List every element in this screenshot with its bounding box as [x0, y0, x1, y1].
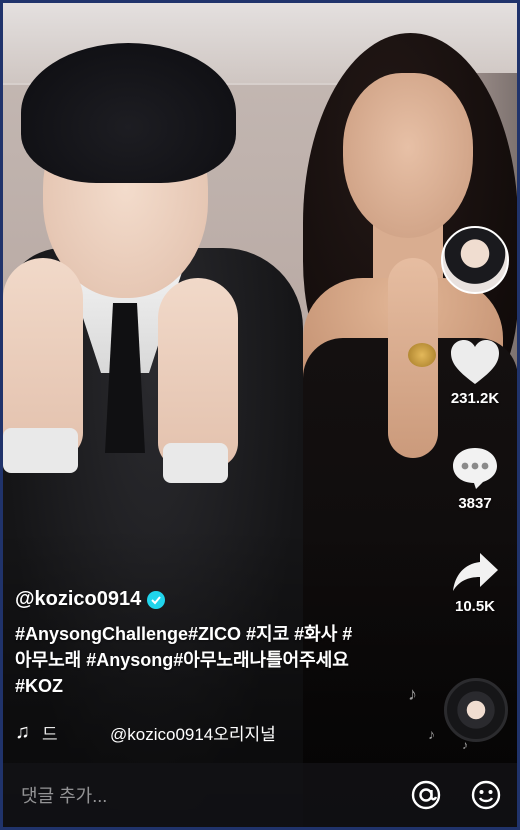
username-row: @kozico0914 — [15, 588, 415, 611]
username-link[interactable]: @kozico0914 — [15, 588, 141, 611]
music-note-icon: ♫ — [15, 721, 30, 743]
music-disc[interactable] — [444, 678, 508, 742]
comment-bar: 댓글 추가... — [3, 763, 517, 827]
music-row[interactable]: ♫ 드 @kozico0914오리지널 — [15, 720, 276, 745]
post-description: #AnysongChallenge#ZICO #지코 #화사 # 아무노래 #A… — [15, 621, 415, 699]
music-title[interactable]: @kozico0914오리지널 — [110, 720, 276, 745]
heart-icon[interactable] — [449, 338, 501, 386]
comment-icon[interactable] — [450, 445, 500, 491]
share-action[interactable]: 10.5K — [450, 550, 500, 615]
emoji-icon[interactable] — [469, 778, 503, 812]
person-left-cuff — [3, 428, 78, 473]
creator-avatar[interactable] — [441, 226, 509, 294]
at-mention-icon[interactable] — [409, 778, 443, 812]
share-count: 10.5K — [454, 598, 496, 615]
comment-count: 3837 — [458, 495, 492, 512]
verified-badge-icon — [147, 590, 166, 609]
person-right-face — [343, 73, 473, 238]
comment-action[interactable]: 3837 — [450, 445, 500, 512]
description-line[interactable]: #KOZ — [15, 673, 415, 699]
action-column: 231.2K 3837 10.5K — [440, 226, 510, 615]
like-count: 231.2K — [450, 390, 500, 407]
share-icon[interactable] — [450, 550, 500, 594]
floating-note-icon-2: ♪ — [428, 726, 435, 742]
description-line[interactable]: 아무노래 #Anysong#아무노래나틀어주세요 — [15, 647, 415, 673]
description-line[interactable]: #AnysongChallenge#ZICO #지코 #화사 # — [15, 621, 415, 647]
person-right-ring — [408, 343, 436, 367]
person-left-hand-2 — [158, 278, 238, 468]
like-action[interactable]: 231.2K — [449, 338, 501, 407]
person-left-hair — [21, 43, 236, 183]
comment-input[interactable]: 댓글 추가... — [21, 782, 383, 808]
music-scroll-start: 드 — [42, 725, 58, 744]
caption-block: @kozico0914 #AnysongChallenge#ZICO #지코 #… — [15, 588, 415, 699]
person-left-cuff-2 — [163, 443, 228, 483]
